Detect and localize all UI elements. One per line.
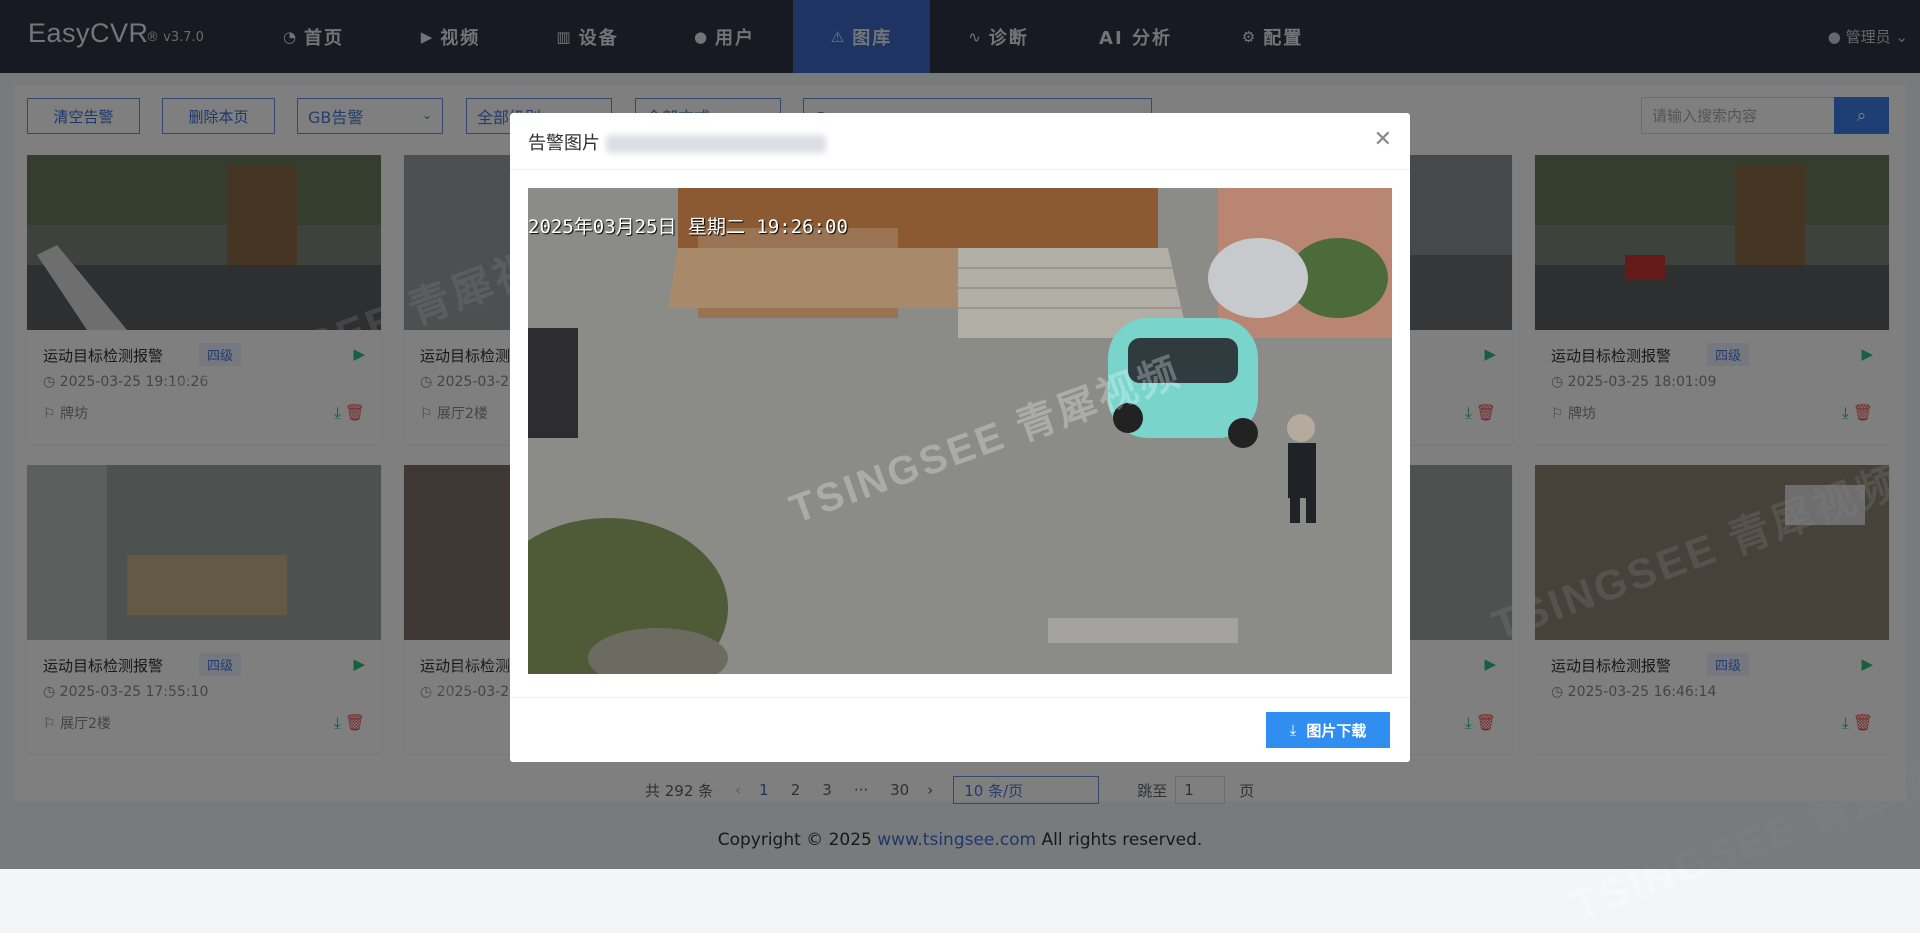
dialog-title: 告警图片 xyxy=(528,129,826,155)
close-icon[interactable]: ✕ xyxy=(1374,127,1392,152)
download-label: 图片下载 xyxy=(1306,721,1367,740)
blurred-device-name xyxy=(606,135,826,153)
download-icon: ⤓ xyxy=(1289,721,1297,739)
dialog-title-text: 告警图片 xyxy=(528,133,600,154)
dialog-divider xyxy=(510,697,1410,698)
alarm-image: 2025年03月25日 星期二 19:26:00 TSINGSEE 青犀视频 xyxy=(528,188,1392,674)
dialog-divider xyxy=(510,169,1410,170)
image-download-button[interactable]: ⤓ 图片下载 xyxy=(1266,712,1390,748)
osd-timestamp: 2025年03月25日 星期二 19:26:00 xyxy=(528,216,848,238)
alarm-image-dialog: 告警图片 ✕ 2025年03月25日 星期二 19:26:00 TSINGSEE… xyxy=(510,113,1410,762)
